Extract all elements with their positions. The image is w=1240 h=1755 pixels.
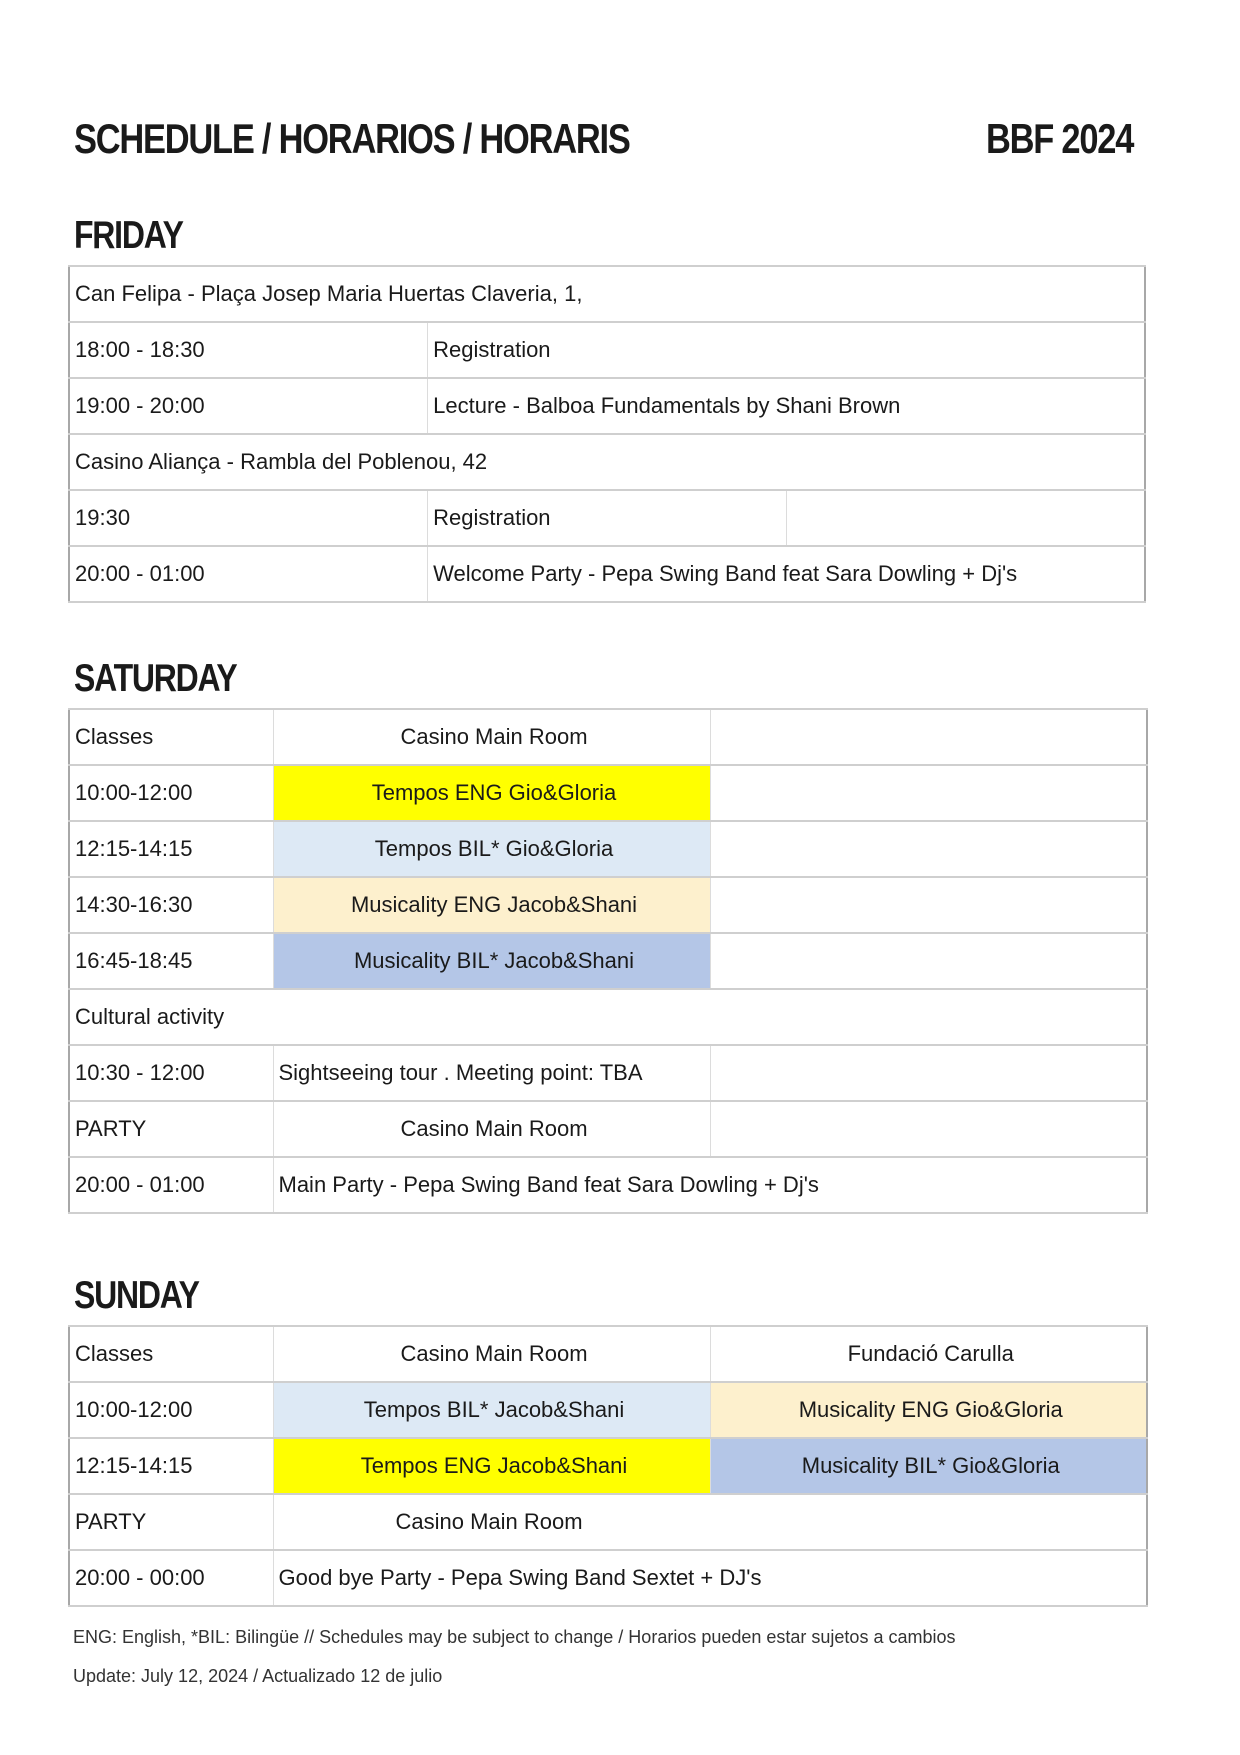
class-cell: Musicality ENG Jacob&Shani (272, 876, 711, 934)
time-cell: 16:45-18:45 (68, 932, 274, 990)
legend-note: ENG: English, *BIL: Bilingüe // Schedule… (73, 1627, 956, 1647)
activity-cell: Registration (427, 321, 1146, 379)
room-header: Casino Main Room (272, 708, 711, 766)
class-cell: Musicality BIL* Gio&Gloria (709, 1437, 1148, 1495)
time-cell: 20:00 - 01:00 (68, 1156, 274, 1214)
table-row: 19:00 - 20:00 Lecture - Balboa Fundament… (68, 377, 1146, 435)
day-heading-saturday: SATURDAY (74, 657, 238, 700)
room-header: Fundació Carulla (709, 1325, 1148, 1383)
table-row: Classes Casino Main Room Fundació Carull… (68, 1325, 1148, 1383)
activity-cell: Lecture - Balboa Fundamentals by Shani B… (427, 377, 1146, 435)
activity-cell: Good bye Party - Pepa Swing Band Sextet … (272, 1549, 1148, 1607)
classes-label: Classes (68, 1325, 274, 1383)
update-note: Update: July 12, 2024 / Actualizado 12 d… (73, 1666, 443, 1686)
table-row: 10:00-12:00 Tempos ENG Gio&Gloria (68, 764, 1148, 822)
class-cell: Musicality ENG Gio&Gloria (709, 1381, 1148, 1439)
time-cell: 14:30-16:30 (68, 876, 274, 934)
party-label: PARTY (68, 1100, 274, 1158)
page-title: SCHEDULE / HORARIOS / HORARIS (74, 115, 631, 162)
table-row: 12:15-14:15 Tempos ENG Jacob&Shani Music… (68, 1437, 1148, 1495)
empty-cell (709, 820, 1148, 878)
friday-table: Can Felipa - Plaça Josep Maria Huertas C… (68, 265, 1146, 603)
class-cell: Tempos BIL* Jacob&Shani (272, 1381, 711, 1439)
class-cell: Tempos ENG Jacob&Shani (272, 1437, 711, 1495)
time-cell: 19:00 - 20:00 (68, 377, 429, 435)
activity-cell: Main Party - Pepa Swing Band feat Sara D… (272, 1156, 1148, 1214)
class-cell: Tempos ENG Gio&Gloria (272, 764, 711, 822)
time-cell: 12:15-14:15 (68, 1437, 274, 1495)
saturday-table: Classes Casino Main Room 10:00-12:00 Tem… (68, 708, 1148, 1214)
table-row: 20:00 - 01:00 Main Party - Pepa Swing Ba… (68, 1156, 1148, 1214)
table-row: 10:00-12:00 Tempos BIL* Jacob&Shani Musi… (68, 1381, 1148, 1439)
time-cell: 20:00 - 00:00 (68, 1549, 274, 1607)
time-cell: 20:00 - 01:00 (68, 545, 429, 603)
section-heading-cultural: Cultural activity (68, 988, 1148, 1046)
party-label: PARTY (68, 1493, 274, 1551)
empty-cell (709, 764, 1148, 822)
table-row: PARTY Casino Main Room (68, 1493, 1148, 1551)
time-cell: 12:15-14:15 (68, 820, 274, 878)
table-row: 20:00 - 00:00 Good bye Party - Pepa Swin… (68, 1549, 1148, 1607)
classes-label: Classes (68, 708, 274, 766)
room-header: Casino Main Room (272, 1325, 711, 1383)
activity-cell: Welcome Party - Pepa Swing Band feat Sar… (427, 545, 1146, 603)
table-row: 12:15-14:15 Tempos BIL* Gio&Gloria (68, 820, 1148, 878)
class-cell: Tempos BIL* Gio&Gloria (272, 820, 711, 878)
empty-cell (709, 708, 1148, 766)
empty-cell (709, 876, 1148, 934)
room-header: Casino Main Room (272, 1493, 1148, 1551)
empty-cell (709, 1044, 1148, 1102)
empty-cell (785, 489, 1146, 547)
time-cell: 10:30 - 12:00 (68, 1044, 274, 1102)
time-cell: 10:00-12:00 (68, 764, 274, 822)
venue-heading: Casino Aliança - Rambla del Poblenou, 42 (68, 433, 1146, 491)
empty-cell (709, 932, 1148, 990)
empty-cell (709, 1100, 1148, 1158)
time-cell: 18:00 - 18:30 (68, 321, 429, 379)
sunday-table: Classes Casino Main Room Fundació Carull… (68, 1325, 1148, 1607)
table-row: 20:00 - 01:00 Welcome Party - Pepa Swing… (68, 545, 1146, 603)
table-row: Can Felipa - Plaça Josep Maria Huertas C… (68, 265, 1146, 323)
table-row: 18:00 - 18:30 Registration (68, 321, 1146, 379)
activity-cell: Sightseeing tour . Meeting point: TBA (272, 1044, 711, 1102)
time-cell: 10:00-12:00 (68, 1381, 274, 1439)
table-row: 14:30-16:30 Musicality ENG Jacob&Shani (68, 876, 1148, 934)
venue-heading: Can Felipa - Plaça Josep Maria Huertas C… (68, 265, 1146, 323)
table-row: PARTY Casino Main Room (68, 1100, 1148, 1158)
table-row: 19:30 Registration (68, 489, 1146, 547)
day-heading-friday: FRIDAY (74, 214, 184, 257)
event-title: BBF 2024 (986, 115, 1134, 162)
day-heading-sunday: SUNDAY (74, 1274, 200, 1317)
class-cell: Musicality BIL* Jacob&Shani (272, 932, 711, 990)
table-row: 10:30 - 12:00 Sightseeing tour . Meeting… (68, 1044, 1148, 1102)
table-row: Casino Aliança - Rambla del Poblenou, 42 (68, 433, 1146, 491)
room-header: Casino Main Room (272, 1100, 711, 1158)
table-row: 16:45-18:45 Musicality BIL* Jacob&Shani (68, 932, 1148, 990)
time-cell: 19:30 (68, 489, 429, 547)
activity-cell: Registration (427, 489, 787, 547)
table-row: Cultural activity (68, 988, 1148, 1046)
table-row: Classes Casino Main Room (68, 708, 1148, 766)
